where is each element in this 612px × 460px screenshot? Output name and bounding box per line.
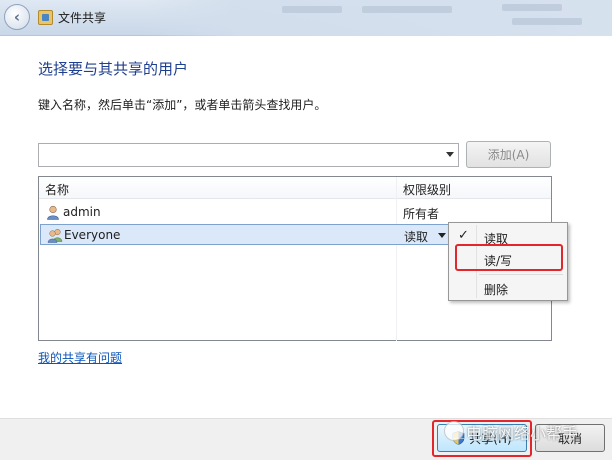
title-bar: ‹ 文件共享 <box>0 0 612 36</box>
background-window-blur <box>142 0 612 36</box>
user-name: admin <box>63 205 101 219</box>
menu-item-remove[interactable]: 删除 <box>484 281 508 298</box>
permission-level[interactable]: 读取 <box>404 228 428 245</box>
column-header-permission[interactable]: 权限级别 <box>403 181 451 198</box>
file-sharing-icon <box>38 10 53 25</box>
add-button[interactable]: 添加(A) <box>466 141 551 168</box>
sharing-problem-link[interactable]: 我的共享有问题 <box>38 349 122 366</box>
column-header-name[interactable]: 名称 <box>45 181 69 198</box>
page-heading: 选择要与其共享的用户 <box>38 60 189 78</box>
highlight-box-read-write <box>455 244 563 271</box>
back-button[interactable]: ‹ <box>4 4 30 30</box>
menu-separator <box>479 274 563 275</box>
user-name: Everyone <box>64 228 121 242</box>
instruction-text: 键入名称，然后单击“添加”，或者单击箭头查找用户。 <box>38 98 327 112</box>
arrow-left-icon: ‹ <box>13 8 21 26</box>
watermark-logo-icon <box>444 421 464 441</box>
list-header: 名称 权限级别 <box>39 177 551 199</box>
list-row-admin[interactable]: admin 所有者 <box>40 202 550 223</box>
dropdown-arrow-icon[interactable] <box>446 152 454 157</box>
permission-dropdown-arrow-icon[interactable] <box>438 233 446 238</box>
group-icon <box>47 228 63 243</box>
check-icon: ✓ <box>458 228 469 243</box>
window-title: 文件共享 <box>58 11 107 25</box>
user-name-combobox[interactable] <box>38 143 459 167</box>
watermark-text: 电脑网络小帮手 <box>466 424 579 443</box>
user-icon <box>47 205 59 220</box>
permission-level: 所有者 <box>403 207 440 221</box>
